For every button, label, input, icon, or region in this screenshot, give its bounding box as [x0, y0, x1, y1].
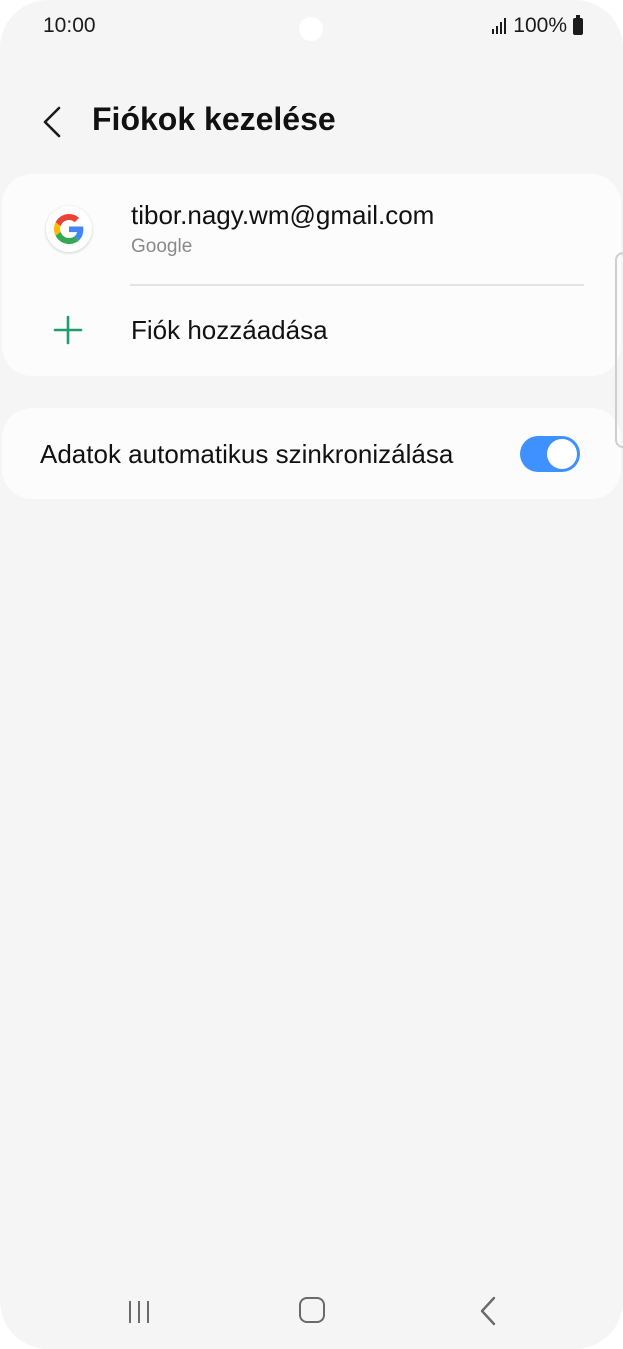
account-item[interactable]: tibor.nagy.wm@gmail.com Google	[2, 174, 621, 284]
recents-icon	[129, 1301, 131, 1323]
account-type: Google	[131, 236, 193, 257]
page-title: Fiókok kezelése	[92, 101, 336, 137]
accounts-card: tibor.nagy.wm@gmail.com Google Fiók hozz…	[2, 174, 621, 376]
phone-screen: 10:00 100% Fiókok kezelése tibor.nagy.wm…	[0, 0, 623, 1349]
edge-panel-handle[interactable]	[615, 252, 623, 448]
add-account-button[interactable]: Fiók hozzáadása	[2, 286, 621, 376]
recents-button[interactable]	[120, 1297, 158, 1327]
sync-card: Adatok automatikus szinkronizálása	[2, 408, 621, 499]
home-icon	[299, 1297, 325, 1323]
auto-sync-label: Adatok automatikus szinkronizálása	[40, 439, 454, 469]
account-email: tibor.nagy.wm@gmail.com	[131, 200, 435, 230]
back-icon	[480, 1296, 496, 1326]
chevron-left-icon	[43, 106, 61, 138]
home-button[interactable]	[297, 1295, 327, 1325]
back-button[interactable]	[28, 95, 76, 149]
front-camera	[299, 17, 323, 41]
auto-sync-toggle[interactable]	[520, 436, 580, 472]
google-icon	[46, 206, 92, 252]
plus-icon	[53, 315, 83, 345]
status-time: 10:00	[43, 14, 96, 37]
battery-percent: 100%	[513, 14, 567, 37]
toggle-knob	[547, 439, 577, 469]
signal-icon	[492, 18, 507, 34]
navigation-bar	[0, 1275, 623, 1349]
status-indicators: 100%	[492, 14, 583, 38]
nav-back-button[interactable]	[472, 1293, 504, 1329]
battery-icon	[573, 14, 583, 35]
add-account-label: Fiók hozzáadása	[131, 315, 328, 345]
